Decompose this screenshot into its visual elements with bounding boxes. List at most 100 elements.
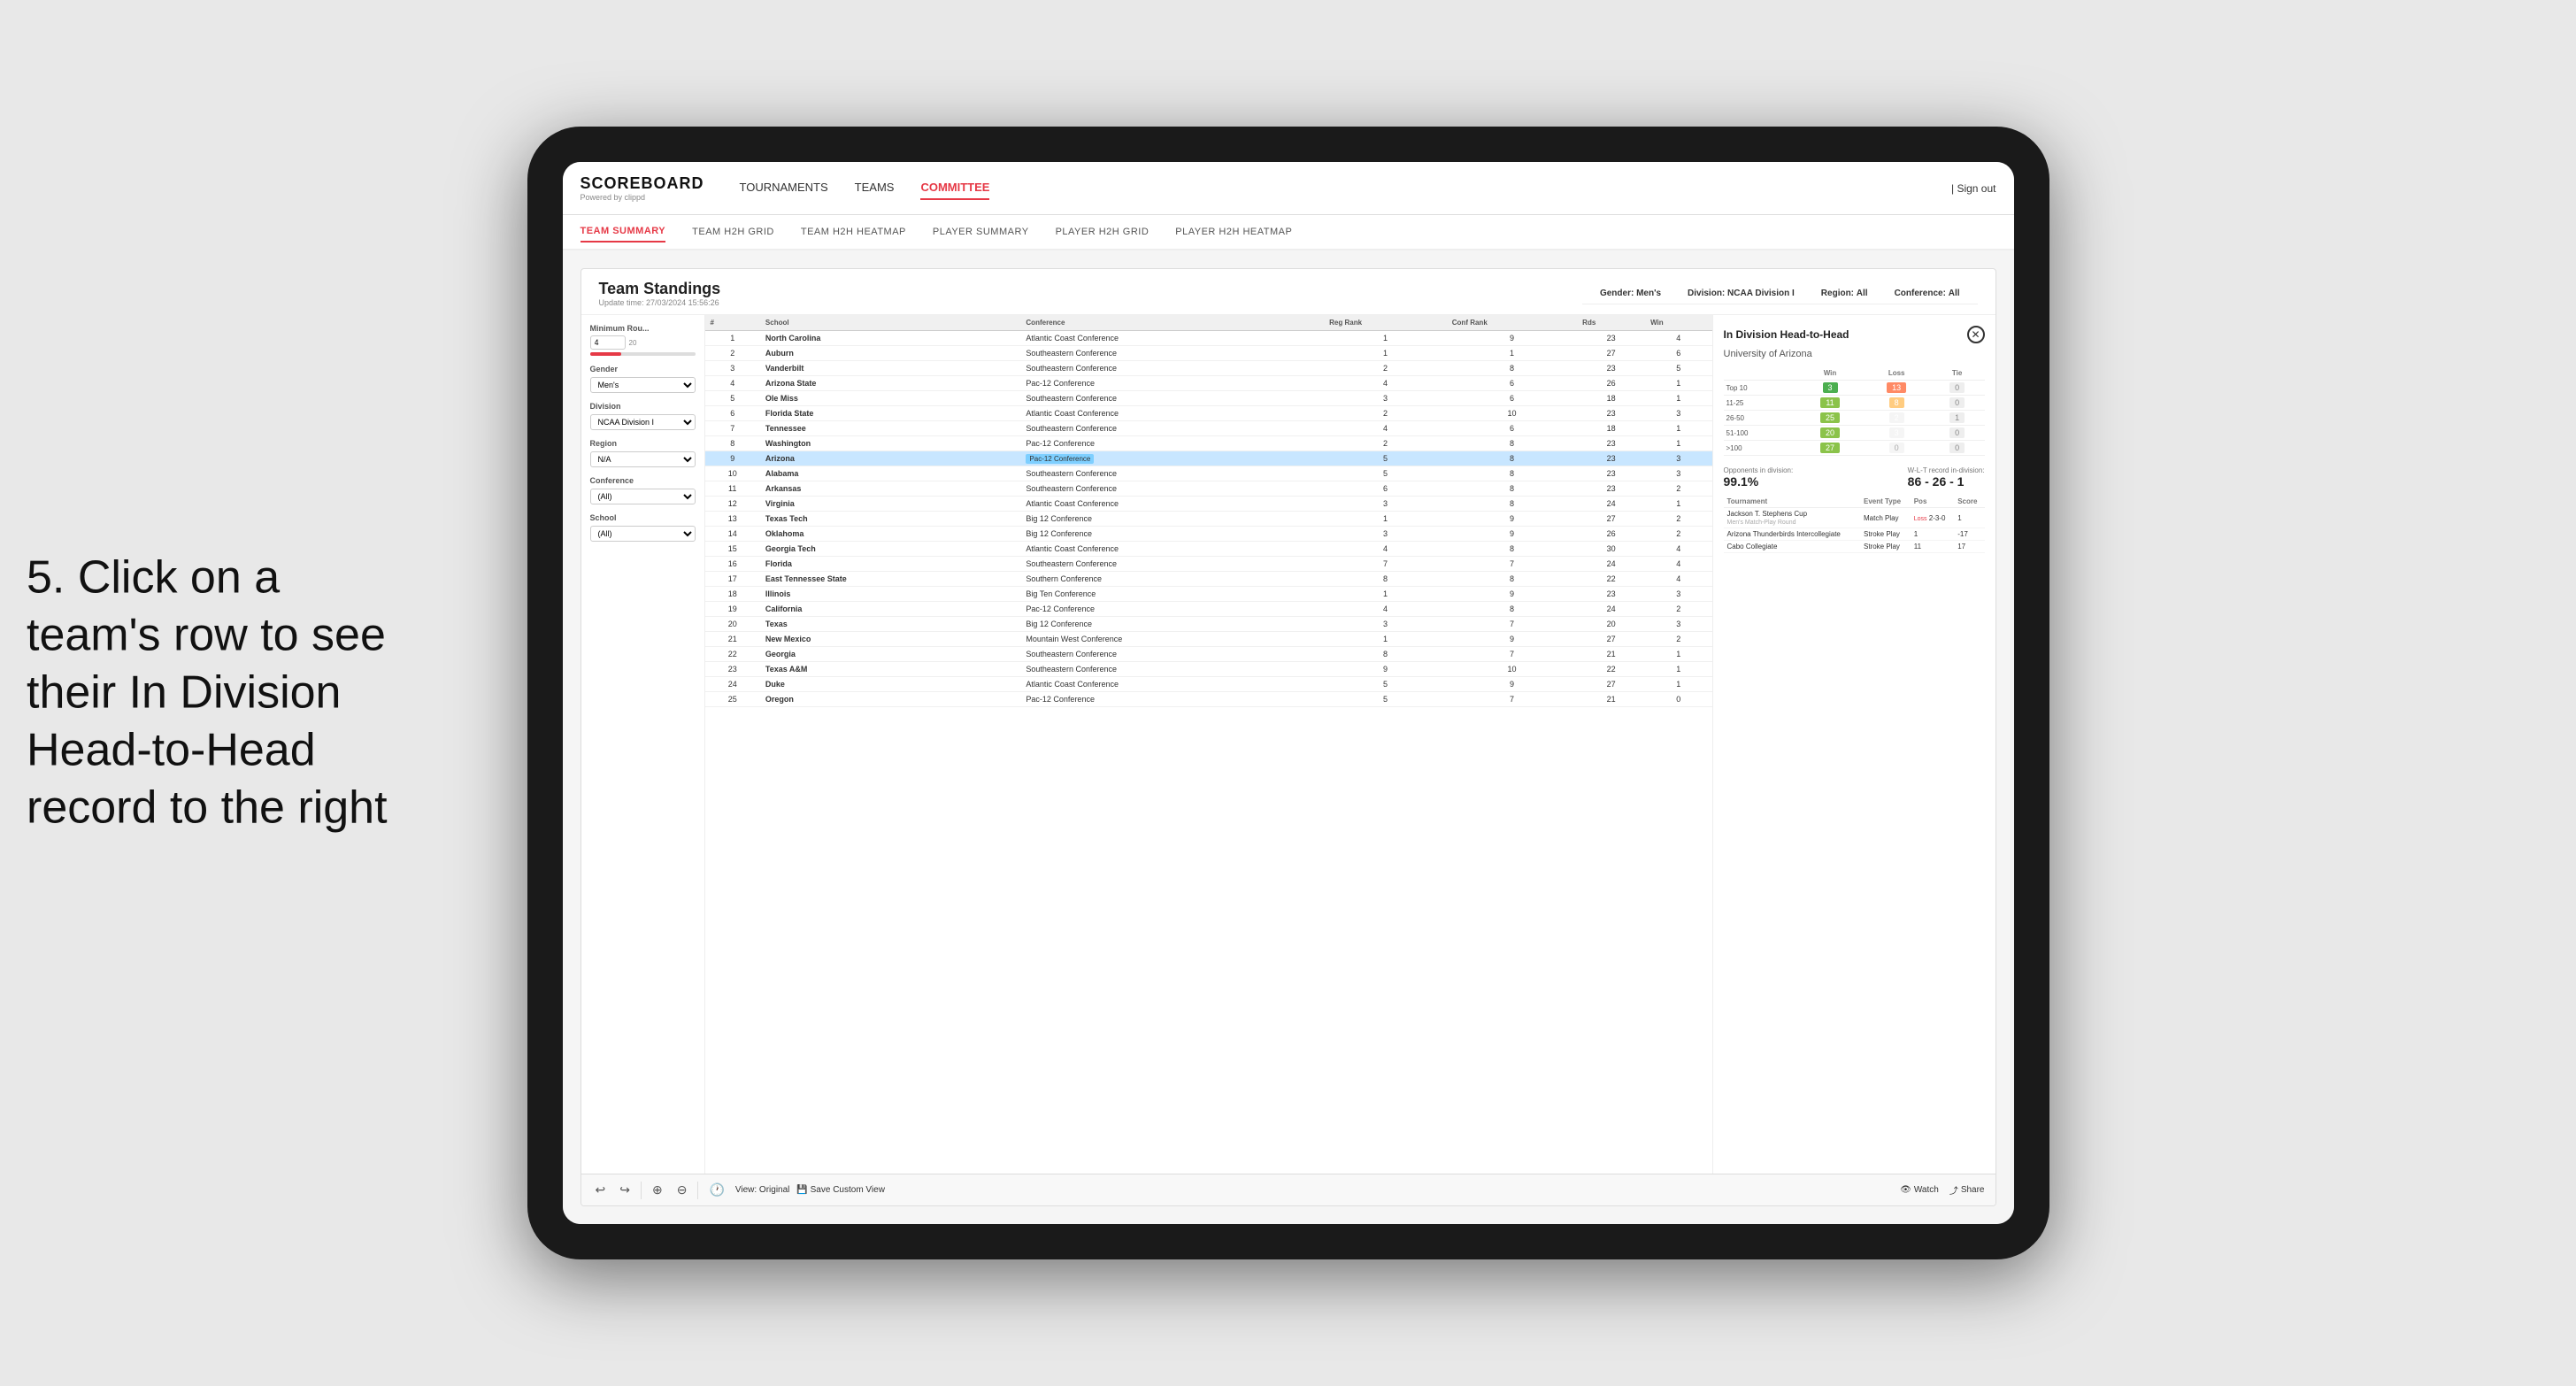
table-row[interactable]: 18 Illinois Big Ten Conference 1 9 23 3 — [705, 587, 1712, 602]
cell-rank: 5 — [705, 391, 760, 406]
table-row[interactable]: 16 Florida Southeastern Conference 7 7 2… — [705, 557, 1712, 572]
cell-reg-rank: 2 — [1324, 406, 1447, 421]
table-row[interactable]: 17 East Tennessee State Southern Confere… — [705, 572, 1712, 587]
h2h-grid-row: Top 10 3 13 0 — [1724, 381, 1985, 396]
table-row[interactable]: 23 Texas A&M Southeastern Conference 9 1… — [705, 662, 1712, 677]
cell-conference: Pac-12 Conference — [1020, 692, 1324, 707]
nav-items: TOURNAMENTS TEAMS COMMITTEE — [740, 176, 1951, 200]
dashboard-panel: Team Standings Update time: 27/03/2024 1… — [581, 268, 1996, 1206]
sub-nav-team-summary[interactable]: TEAM SUMMARY — [581, 221, 666, 243]
h2h-header: In Division Head-to-Head ✕ — [1724, 326, 1985, 343]
table-row[interactable]: 25 Oregon Pac-12 Conference 5 7 21 0 — [705, 692, 1712, 707]
table-row[interactable]: 8 Washington Pac-12 Conference 2 8 23 1 — [705, 436, 1712, 451]
cell-reg-rank: 4 — [1324, 376, 1447, 391]
cell-rds: 24 — [1577, 557, 1645, 572]
share-button[interactable]: ⤴ Share — [1949, 1183, 1985, 1197]
table-row[interactable]: 12 Virginia Atlantic Coast Conference 3 … — [705, 497, 1712, 512]
table-row[interactable]: 7 Tennessee Southeastern Conference 4 6 … — [705, 421, 1712, 436]
cell-reg-rank: 2 — [1324, 436, 1447, 451]
cell-rank: 1 — [705, 331, 760, 346]
col-rank: # — [705, 315, 760, 331]
cell-win: 4 — [1645, 572, 1711, 587]
min-rounds-input[interactable] — [590, 335, 626, 350]
min-rounds-range: 20 — [590, 335, 696, 350]
table-row[interactable]: 10 Alabama Southeastern Conference 5 8 2… — [705, 466, 1712, 481]
gender-select[interactable]: Men's Women's — [590, 377, 696, 393]
cell-rank: 12 — [705, 497, 760, 512]
school-select[interactable]: (All) — [590, 526, 696, 542]
sub-nav-team-h2h-grid[interactable]: TEAM H2H GRID — [692, 222, 774, 242]
watch-button[interactable]: 👁 Watch — [1900, 1183, 1939, 1197]
table-row[interactable]: 5 Ole Miss Southeastern Conference 3 6 1… — [705, 391, 1712, 406]
cell-conf-rank: 6 — [1447, 421, 1577, 436]
cell-school: North Carolina — [760, 331, 1021, 346]
cell-conference: Southeastern Conference — [1020, 557, 1324, 572]
table-row[interactable]: 14 Oklahoma Big 12 Conference 3 9 26 2 — [705, 527, 1712, 542]
cell-win: 1 — [1645, 436, 1711, 451]
division-select[interactable]: NCAA Division I NCAA Division II — [590, 414, 696, 430]
cell-conf-rank: 8 — [1447, 542, 1577, 557]
h2h-close-button[interactable]: ✕ — [1967, 326, 1985, 343]
cell-reg-rank: 5 — [1324, 466, 1447, 481]
cell-reg-rank: 3 — [1324, 527, 1447, 542]
h2h-range: 26-50 — [1724, 411, 1797, 426]
sub-nav-player-summary[interactable]: PLAYER SUMMARY — [933, 222, 1029, 242]
cell-reg-rank: 3 — [1324, 391, 1447, 406]
tournament-name: Arizona Thunderbirds Intercollegiate — [1724, 528, 1860, 541]
tournament-pos: 1 — [1911, 528, 1955, 541]
tournament-score: 17 — [1954, 541, 1984, 553]
table-row[interactable]: 9 Arizona Pac-12 Conference 5 8 23 3 — [705, 451, 1712, 466]
sub-nav-team-h2h-heatmap[interactable]: TEAM H2H HEATMAP — [801, 222, 906, 242]
table-row[interactable]: 20 Texas Big 12 Conference 3 7 20 3 — [705, 617, 1712, 632]
table-row[interactable]: 11 Arkansas Southeastern Conference 6 8 … — [705, 481, 1712, 497]
cell-school: Georgia — [760, 647, 1021, 662]
h2h-win-cell: 25 — [1796, 411, 1863, 426]
table-row[interactable]: 15 Georgia Tech Atlantic Coast Conferenc… — [705, 542, 1712, 557]
cell-conference: Southeastern Conference — [1020, 421, 1324, 436]
table-row[interactable]: 6 Florida State Atlantic Coast Conferenc… — [705, 406, 1712, 421]
cell-conference: Atlantic Coast Conference — [1020, 542, 1324, 557]
table-row[interactable]: 24 Duke Atlantic Coast Conference 5 9 27… — [705, 677, 1712, 692]
table-row[interactable]: 2 Auburn Southeastern Conference 1 1 27 … — [705, 346, 1712, 361]
table-row[interactable]: 3 Vanderbilt Southeastern Conference 2 8… — [705, 361, 1712, 376]
conference-select[interactable]: (All) ACC — [590, 489, 696, 504]
h2h-opponents-label: Opponents in division: — [1724, 466, 1794, 474]
cell-school: Virginia — [760, 497, 1021, 512]
cell-conf-rank: 1 — [1447, 346, 1577, 361]
zoom-in-button[interactable]: ⊕ — [649, 1181, 666, 1199]
zoom-out-button[interactable]: ⊖ — [673, 1181, 691, 1199]
table-row[interactable]: 19 California Pac-12 Conference 4 8 24 2 — [705, 602, 1712, 617]
cell-conference: Southern Conference — [1020, 572, 1324, 587]
nav-committee[interactable]: COMMITTEE — [920, 176, 989, 200]
sub-nav-player-h2h-heatmap[interactable]: PLAYER H2H HEATMAP — [1175, 222, 1292, 242]
cell-conf-rank: 9 — [1447, 331, 1577, 346]
view-original-label[interactable]: View: Original — [735, 1185, 790, 1195]
redo-button[interactable]: ↪ — [616, 1181, 634, 1199]
sign-out[interactable]: | Sign out — [1951, 182, 1996, 195]
cell-reg-rank: 5 — [1324, 451, 1447, 466]
col-tournament: Tournament — [1724, 496, 1860, 508]
undo-button[interactable]: ↩ — [592, 1181, 610, 1199]
cell-conf-rank: 8 — [1447, 481, 1577, 497]
region-select[interactable]: N/A East — [590, 451, 696, 467]
cell-conference: Big 12 Conference — [1020, 527, 1324, 542]
cell-win: 1 — [1645, 376, 1711, 391]
tournament-name: Jackson T. Stephens CupMen's Match-Play … — [1724, 508, 1860, 528]
nav-tournaments[interactable]: TOURNAMENTS — [740, 176, 828, 200]
h2h-record-label: W-L-T record in-division: — [1908, 466, 1985, 474]
nav-teams[interactable]: TEAMS — [855, 176, 895, 200]
tablet-screen: SCOREBOARD Powered by clippd TOURNAMENTS… — [563, 162, 2014, 1224]
min-rounds-slider[interactable] — [590, 352, 696, 356]
gender-filter-display: Gender: Men's — [1600, 289, 1661, 298]
table-row[interactable]: 13 Texas Tech Big 12 Conference 1 9 27 2 — [705, 512, 1712, 527]
table-row[interactable]: 1 North Carolina Atlantic Coast Conferen… — [705, 331, 1712, 346]
cell-conf-rank: 10 — [1447, 406, 1577, 421]
cell-rds: 23 — [1577, 466, 1645, 481]
save-custom-label[interactable]: 💾 Save Custom View — [796, 1185, 885, 1195]
table-row[interactable]: 21 New Mexico Mountain West Conference 1… — [705, 632, 1712, 647]
table-row[interactable]: 4 Arizona State Pac-12 Conference 4 6 26… — [705, 376, 1712, 391]
h2h-opponents-stat: Opponents in division: 99.1% — [1724, 466, 1794, 489]
table-row[interactable]: 22 Georgia Southeastern Conference 8 7 2… — [705, 647, 1712, 662]
cell-rank: 20 — [705, 617, 760, 632]
sub-nav-player-h2h-grid[interactable]: PLAYER H2H GRID — [1056, 222, 1150, 242]
